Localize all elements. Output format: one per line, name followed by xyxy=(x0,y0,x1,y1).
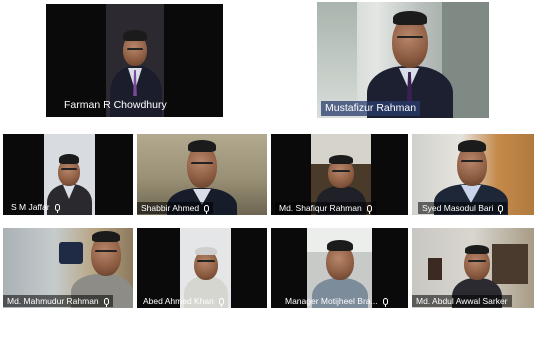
participant-name: Abed Ahmed Khan xyxy=(143,296,214,306)
participant-name: Shabbir Ahmed xyxy=(141,203,200,213)
video-tile-mustafizur[interactable]: Mustafizur Rahman xyxy=(317,2,489,118)
participant-name: Md. Mahmudur Rahman xyxy=(7,296,99,306)
video-tile-masodul[interactable]: Syed Masodul Bari xyxy=(412,134,534,215)
video-tile-abed[interactable]: Abed Ahmed Khan xyxy=(137,228,267,308)
participant-name-label: Abed Ahmed Khan xyxy=(139,295,228,307)
participant-name-label: Md. Shafiqur Rahman xyxy=(275,202,376,214)
participant-name-label: Syed Masodul Bari xyxy=(418,202,508,214)
video-tile-awwal[interactable]: Md. Abdul Awwal Sarker xyxy=(412,228,534,308)
participant-name: Manager Motijheel Bra... xyxy=(285,296,378,306)
video-tile-motijheel[interactable]: Manager Motijheel Bra... xyxy=(271,228,408,308)
participant-name-label: Md. Mahmudur Rahman xyxy=(3,295,113,307)
video-tile-shabbir[interactable]: Shabbir Ahmed xyxy=(137,134,267,215)
microphone-icon xyxy=(103,297,109,307)
microphone-icon xyxy=(498,204,504,214)
participant-name-label: Shabbir Ahmed xyxy=(137,202,214,214)
microphone-icon xyxy=(366,204,372,214)
participant-name-label: Mustafizur Rahman xyxy=(321,101,421,116)
microphone-icon xyxy=(382,297,388,307)
participant-name: S M Jaffar xyxy=(11,202,50,212)
participant-name: Md. Shafiqur Rahman xyxy=(279,203,362,213)
participant-name: Mustafizur Rahman xyxy=(325,102,417,114)
participant-name-label: Farman R Chowdhury xyxy=(60,98,171,113)
video-tile-farman[interactable]: Farman R Chowdhury xyxy=(46,4,223,117)
video-tile-shafiqur[interactable]: Md. Shafiqur Rahman xyxy=(271,134,408,215)
participant-name-label: S M Jaffar xyxy=(7,201,64,213)
microphone-icon xyxy=(54,203,60,213)
participant-name-label: Manager Motijheel Bra... xyxy=(281,295,392,307)
participant-name: Md. Abdul Awwal Sarker xyxy=(416,296,508,306)
video-tile-jaffar[interactable]: S M Jaffar xyxy=(3,134,133,215)
microphone-icon xyxy=(218,297,224,307)
microphone-icon xyxy=(204,204,210,214)
participant-name: Farman R Chowdhury xyxy=(64,99,167,111)
participant-name: Syed Masodul Bari xyxy=(422,203,494,213)
video-tile-mahmudur[interactable]: Md. Mahmudur Rahman xyxy=(3,228,133,308)
participant-name-label: Md. Abdul Awwal Sarker xyxy=(412,295,512,307)
